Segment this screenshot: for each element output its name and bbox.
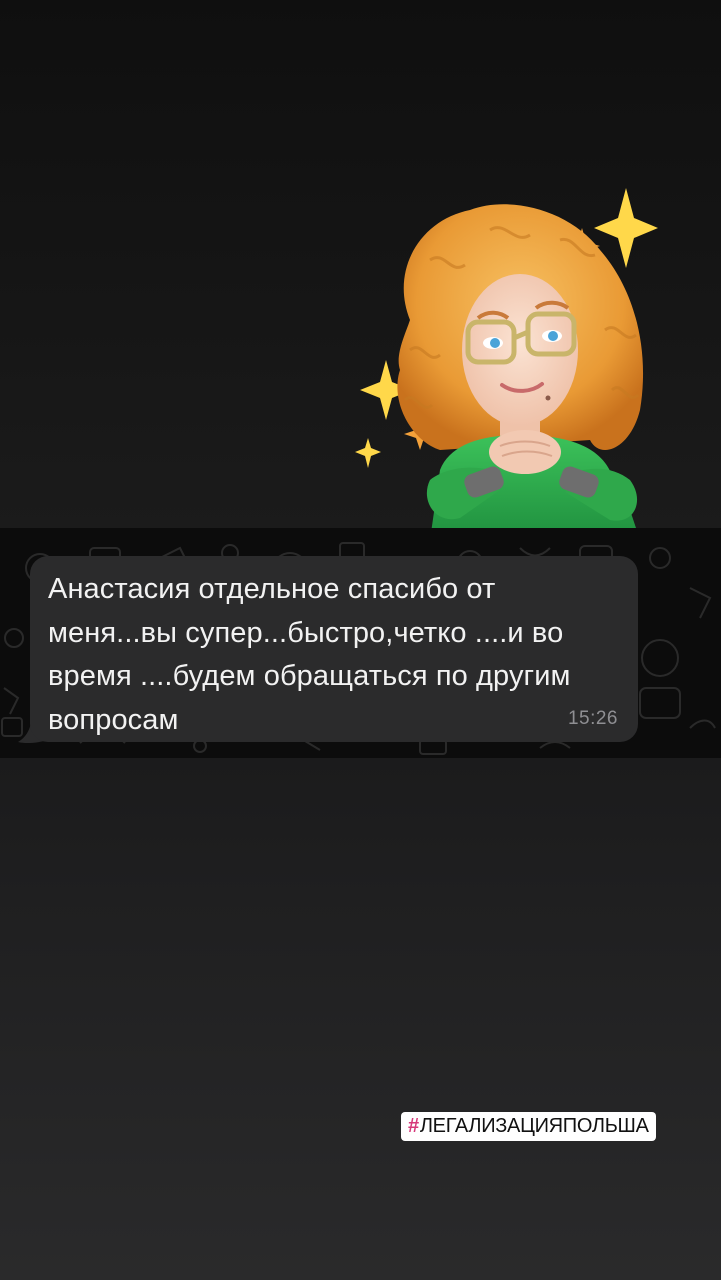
message-text: Анастасия отдельное спасибо от меня...вы…: [48, 573, 571, 736]
hashtag-text: ЛЕГАЛИЗАЦИЯПОЛЬША: [419, 1115, 649, 1137]
hashtag-symbol: #: [408, 1115, 419, 1137]
memoji-sticker-icon: [350, 180, 670, 540]
message-bubble[interactable]: Анастасия отдельное спасибо от меня...вы…: [30, 556, 638, 742]
message-timestamp: 15:26: [567, 708, 618, 729]
hashtag-sticker[interactable]: # ЛЕГАЛИЗАЦИЯПОЛЬША: [401, 1112, 656, 1141]
